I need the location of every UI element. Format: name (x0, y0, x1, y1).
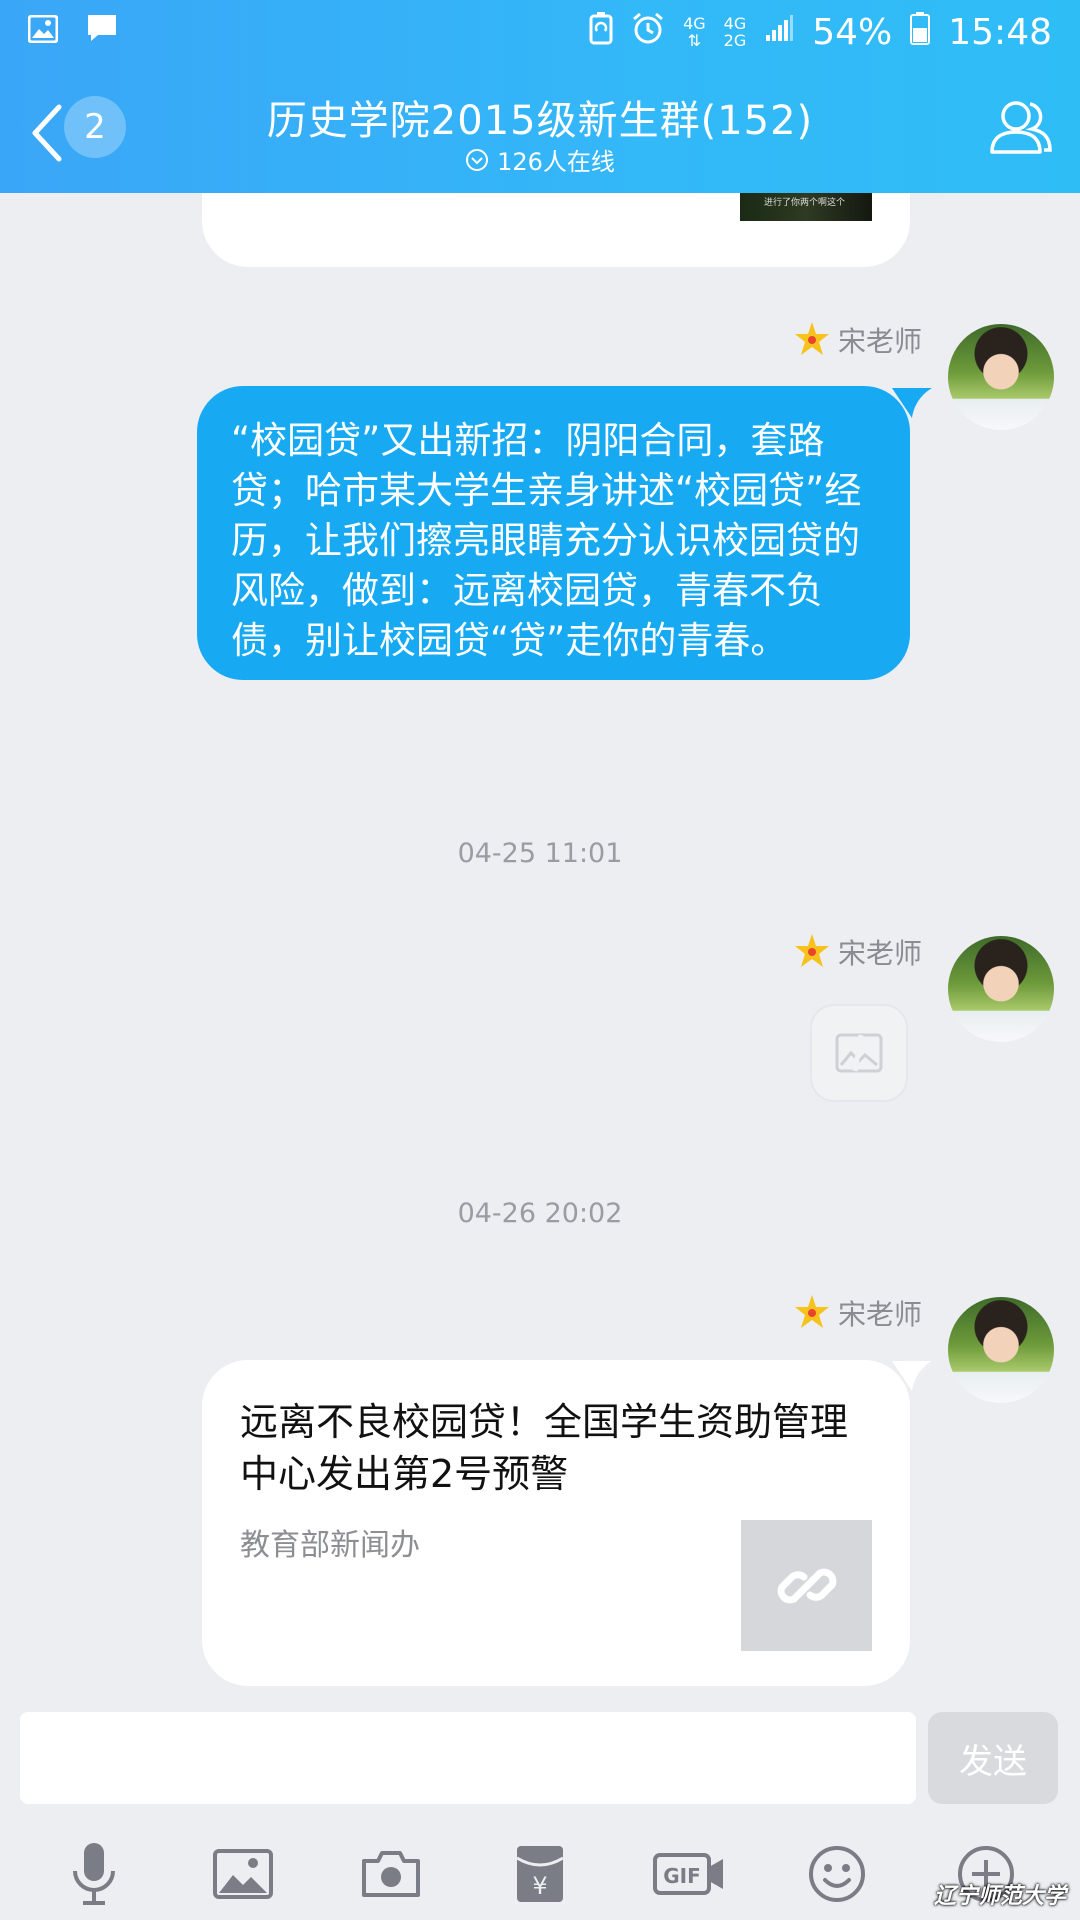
alarm-icon (631, 11, 665, 53)
svg-text:GIF: GIF (663, 1864, 701, 1888)
red-packet-icon[interactable]: ¥ (502, 1836, 578, 1912)
data-arrows-icon: ⇅ (687, 31, 702, 50)
link-thumbnail (741, 1520, 872, 1651)
group-members-button[interactable] (986, 94, 1056, 164)
link-icon (777, 1568, 836, 1603)
members-icon (990, 101, 1052, 154)
avatar[interactable] (948, 1297, 1054, 1403)
input-bar: 发送 ¥ GIF 辽宁师范大学 (0, 1708, 1080, 1920)
battery-icon (910, 11, 931, 53)
avatar[interactable] (948, 936, 1054, 1042)
svg-text:¥: ¥ (532, 1872, 547, 1900)
clock: 15:48 (948, 11, 1052, 53)
star-badge-icon (795, 934, 829, 967)
nav-bar: 2 历史学院2015级新生群(152) 126人在线 (0, 78, 1080, 188)
chat-header: 4G ⇅ 4G 2G 54% 15:48 2 历史学院2015级新生群(152)… (0, 0, 1080, 193)
message-notification-icon (86, 13, 118, 51)
avatar[interactable] (948, 324, 1054, 430)
gif-icon[interactable]: GIF (651, 1836, 727, 1912)
timestamp: 04-25 11:01 (457, 838, 623, 869)
sender-row: 宋老师 (792, 1293, 922, 1333)
group-title[interactable]: 历史学院2015级新生群(152) (0, 88, 1080, 146)
star-badge-icon (795, 322, 829, 355)
link-card[interactable]: 远离不良校园贷！全国学生资助管理中心发出第2号预警 教育部新闻办 (202, 1360, 910, 1686)
online-count-label: 126人在线 (497, 148, 615, 176)
network-2-bottom-label: 2G (723, 31, 747, 50)
sender-name[interactable]: 宋老师 (838, 932, 922, 972)
emoji-icon[interactable] (799, 1836, 875, 1912)
sender-name[interactable]: 宋老师 (838, 1293, 922, 1333)
signal-icon (764, 13, 794, 51)
chevron-down-circle-icon (466, 148, 489, 171)
camera-icon[interactable] (353, 1836, 429, 1912)
network-indicator-2: 4G 2G (724, 15, 747, 49)
image-icon[interactable] (205, 1836, 281, 1912)
image-message[interactable] (810, 1004, 908, 1102)
input-toolbar: ¥ GIF (0, 1828, 1080, 1920)
video-caption: 进行了你两个啊这个 (764, 198, 846, 208)
link-title: 远离不良校园贷！全国学生资助管理中心发出第2号预警 (240, 1400, 849, 1496)
network-2-top-label: 4G (723, 14, 747, 33)
gallery-notification-icon (27, 13, 59, 51)
battery-saver-icon (589, 11, 613, 53)
online-count[interactable]: 126人在线 (0, 142, 1080, 177)
message-bubble[interactable]: “校园贷”又出新招：阴阳合同，套路贷；哈市某大学生亲身讲述“校园贷”经历，让我们… (197, 386, 910, 680)
timestamp: 04-26 20:02 (457, 1198, 623, 1229)
message-input[interactable] (20, 1712, 916, 1804)
video-thumbnail[interactable]: 进行了你两个啊这个 (740, 193, 872, 221)
battery-percent: 54% (812, 11, 893, 53)
status-bar: 4G ⇅ 4G 2G 54% 15:48 (0, 0, 1080, 64)
microphone-icon[interactable] (56, 1836, 132, 1912)
sender-row: 宋老师 (792, 932, 922, 972)
chat-area[interactable]: 进行了你两个啊这个 宋老师 “校园贷”又出新招：阴阳合同，套路贷；哈市某大学生亲… (0, 193, 1080, 1708)
star-badge-icon (795, 1295, 829, 1328)
sender-name[interactable]: 宋老师 (838, 320, 922, 360)
network-type-label: 4G (683, 14, 706, 33)
network-indicator: 4G ⇅ (683, 15, 706, 49)
message-text: “校园贷”又出新招：阴阳合同，套路贷；哈市某大学生亲身讲述“校园贷”经历，让我们… (231, 419, 862, 662)
send-button[interactable]: 发送 (928, 1712, 1058, 1804)
broken-image-icon (835, 1033, 883, 1073)
watermark: 辽宁师范大学 (933, 1884, 1066, 1909)
link-source: 教育部新闻办 (240, 1528, 420, 1563)
sender-row: 宋老师 (792, 320, 922, 360)
